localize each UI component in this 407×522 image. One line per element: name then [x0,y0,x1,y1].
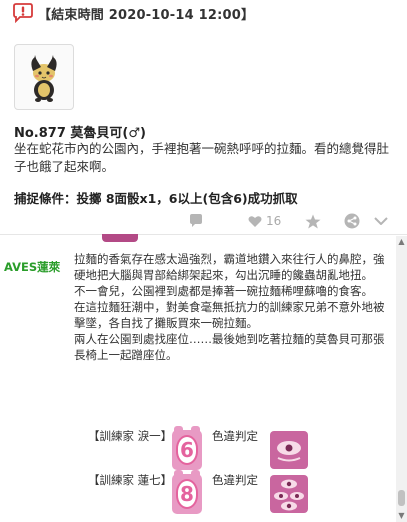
die-value: 8 [176,479,198,509]
like-count: 16 [266,214,282,228]
favorite-button[interactable] [305,212,321,230]
comment-scrollbar[interactable]: ▲ ▼ [396,236,407,522]
triple-eye-result-icon [270,475,308,513]
die-ear [191,470,200,478]
dice-roll-row: 【訓練家 淚一】 6 色違判定 [88,426,388,474]
die-value: 6 [176,435,198,465]
die-icon: 8 [172,470,202,514]
like-button[interactable]: 16 [248,212,281,230]
star-icon [305,214,321,228]
comment-paragraph: 拉麵的香氣存在感太過強烈，霸道地鑽入來往行人的鼻腔，強硬地把大腦與胃部給綁架起來… [74,252,385,282]
shiny-check-label: 色違判定 [212,429,258,443]
post-action-bar: 16 [0,208,407,234]
pokemon-title: No.877 莫魯貝可(♂) [14,126,146,141]
comment-author[interactable]: AVES蓮萊 [4,259,60,275]
comment-body: 拉麵的香氣存在感太過強烈，霸道地鑽入來往行人的鼻腔，強硬地把大腦與胃部給綁架起來… [74,251,386,363]
section-divider [0,234,407,235]
morpeko-sprite-icon [31,55,57,102]
trainer-label: 【訓練家 淚一】 [88,429,173,443]
die-ear [174,426,183,434]
share-button[interactable] [344,212,360,230]
scroll-up-arrow-icon[interactable]: ▲ [396,236,407,248]
end-time-text: 【結束時間 2020-10-14 12:00】 [38,8,255,23]
scroll-down-arrow-icon[interactable]: ▼ [396,510,407,522]
comment-paragraph: 兩人在公園到處找座位……最後她到吃著拉麵的莫魯貝可那張長椅上一起蹭座位。 [74,332,385,362]
pokemon-thumbnail[interactable] [14,44,74,110]
capture-condition: 捕捉條件：投擲 8面骰x1，6以上(包含6)成功抓取 [14,191,298,206]
dice-roll-row: 【訓練家 蓮七】 8 色違判定 [88,470,388,518]
share-icon [344,213,360,229]
more-options-button[interactable] [374,212,388,230]
more-icon [374,217,388,225]
comment-icon [190,214,202,227]
shiny-check-label: 色違判定 [212,473,258,487]
comment-paragraph: 不一會兒，公園裡到處都是捧著一碗拉麵稀哩蘇嚕的食客。 [74,284,373,298]
comment-button[interactable] [188,212,204,230]
scrollbar-thumb[interactable] [398,490,405,506]
post-header: 【結束時間 2020-10-14 12:00】 [0,0,407,28]
eye-result-icon [270,431,308,469]
pokemon-description: 坐在蛇花市內的公園內，手裡抱著一碗熱呼呼的拉麵。看的總覺得肚子也餓了起來啊。 [14,141,390,174]
comment-paragraph: 在這拉麵狂潮中，對美食毫無抵抗力的訓練家兄弟不意外地被擊墜，各自找了攤販買來一碗… [74,300,385,330]
alert-exclamation-icon [13,3,33,23]
heart-icon [248,215,262,227]
die-icon: 6 [172,426,202,470]
die-ear [174,470,183,478]
comment-top-tab [102,234,138,242]
die-ear [191,426,200,434]
trainer-label: 【訓練家 蓮七】 [88,473,173,487]
